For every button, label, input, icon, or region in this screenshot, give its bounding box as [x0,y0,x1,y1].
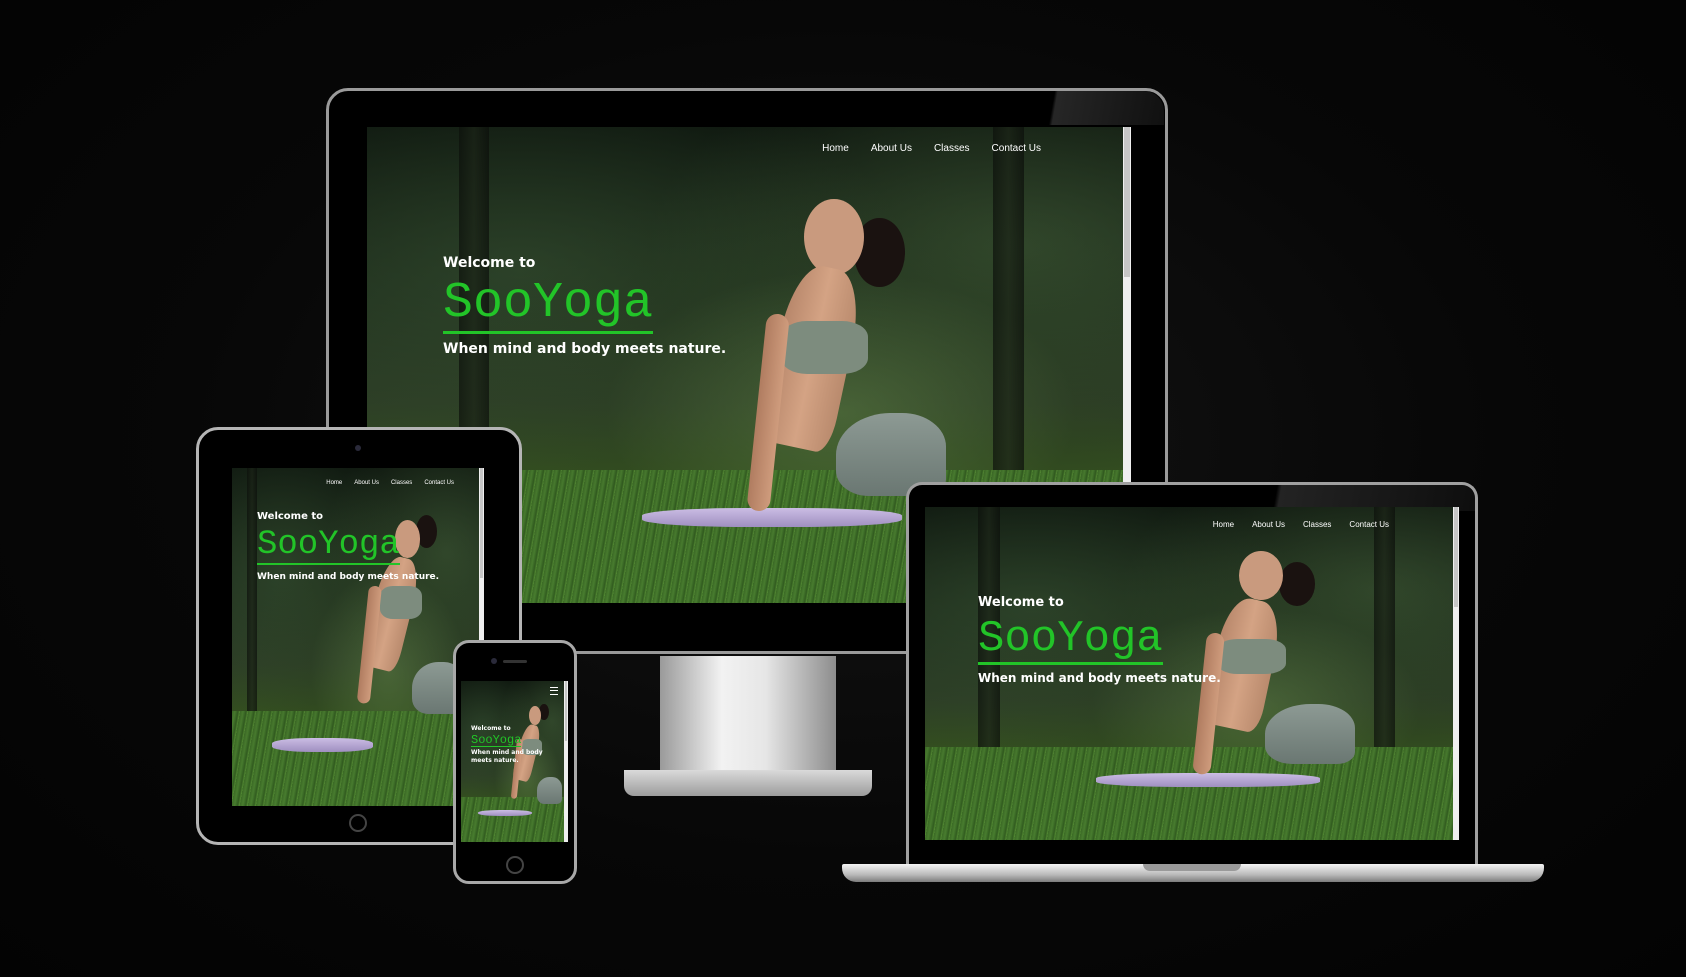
tree-trunk [993,127,1025,470]
brand-title[interactable]: SooYoga [978,617,1163,665]
nav-contact-us[interactable]: Contact Us [1349,520,1389,529]
nav-contact-us[interactable]: Contact Us [424,480,454,486]
welcome-text: Welcome to [978,595,1064,610]
laptop-screen: Home About Us Classes Contact Us Welcome… [925,507,1459,840]
nav-classes[interactable]: Classes [1303,520,1331,529]
scrollbar[interactable] [1453,507,1459,840]
tree-trunk [247,468,258,712]
monitor-stand-base [624,770,872,796]
brand-title[interactable]: SooYoga [257,528,400,565]
nav-bar: Home About Us Classes Contact Us [326,480,454,486]
nav-classes[interactable]: Classes [391,480,412,486]
phone-screen: Welcome to SooYoga When mind and body me… [461,681,568,842]
phone-speaker [503,660,527,663]
tagline-text: When mind and body meets nature. [978,671,1221,685]
nav-contact-us[interactable]: Contact Us [992,143,1041,154]
welcome-text: Welcome to [471,725,511,732]
nav-about-us[interactable]: About Us [354,480,379,486]
tagline-text: When mind and body meets nature. [443,341,727,357]
nav-home[interactable]: Home [822,143,849,154]
nav-bar: Home About Us Classes Contact Us [822,143,1041,154]
tagline-text: When mind and body meets nature. [257,572,440,582]
tagline-text: When mind and body meets nature. [471,749,543,764]
monitor-glare [1010,91,1164,125]
hamburger-icon[interactable] [550,687,558,695]
tablet-camera [355,445,361,451]
yoga-mat [272,738,374,752]
welcome-text: Welcome to [443,255,536,271]
laptop-trackpad-notch [1143,864,1241,871]
tree-trunk [1373,507,1395,747]
phone-camera [491,658,497,664]
nav-classes[interactable]: Classes [934,143,970,154]
nav-bar: Home About Us Classes Contact Us [1213,520,1389,529]
brand-title[interactable]: SooYoga [471,734,522,747]
phone-home-button[interactable] [506,856,524,874]
monitor-stand-neck [660,656,836,776]
tablet-home-button[interactable] [349,814,367,832]
nav-home[interactable]: Home [1213,520,1234,529]
nav-about-us[interactable]: About Us [871,143,912,154]
nav-home[interactable]: Home [326,480,342,486]
welcome-text: Welcome to [257,511,324,522]
tablet-screen: Home About Us Classes Contact Us Welcome… [232,468,484,806]
brand-title[interactable]: SooYoga [443,279,654,334]
scrollbar[interactable] [564,681,568,842]
nav-about-us[interactable]: About Us [1252,520,1285,529]
